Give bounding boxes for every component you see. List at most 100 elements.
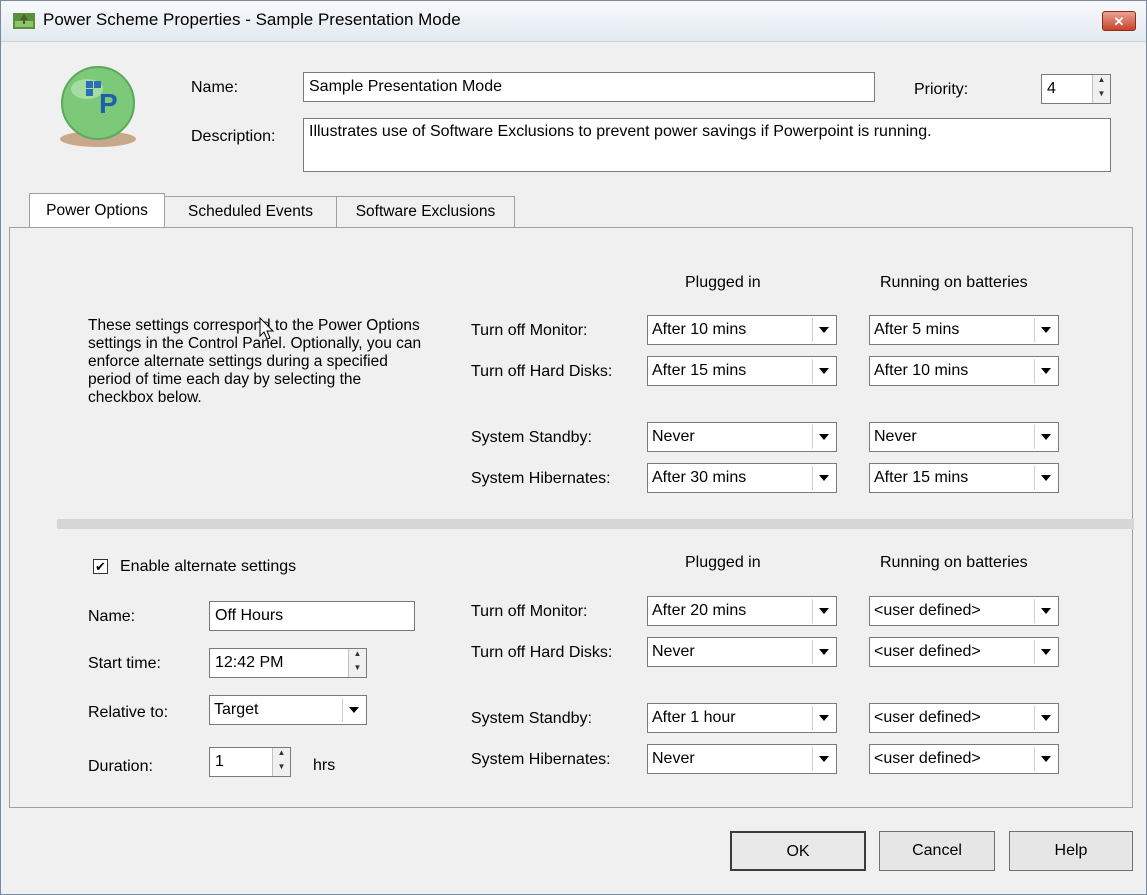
hibernate-battery-select[interactable]: After 15 mins <box>869 463 1059 493</box>
spin-down-icon[interactable]: ▼ <box>273 762 290 776</box>
monitor-battery-select[interactable]: After 5 mins <box>869 315 1059 345</box>
description-label: Description: <box>191 128 276 145</box>
tab-software-exclusions-label: Software Exclusions <box>355 203 496 220</box>
enable-alternate-checkbox[interactable]: ✔ <box>93 559 108 574</box>
alt-hard-disks-battery-select[interactable]: <user defined> <box>869 637 1059 667</box>
select-value: After 10 mins <box>874 362 969 379</box>
select-value: <user defined> <box>874 643 981 660</box>
spin-down-icon[interactable]: ▼ <box>1093 89 1110 103</box>
cancel-button[interactable]: Cancel <box>879 831 995 871</box>
alt-hibernate-plugged-select[interactable]: Never <box>647 744 837 774</box>
alt-hibernate-battery-select[interactable]: <user defined> <box>869 744 1059 774</box>
relative-to-select[interactable]: Target <box>209 695 367 725</box>
select-value: After 1 hour <box>652 709 736 726</box>
close-icon: ✕ <box>1113 14 1125 29</box>
close-button[interactable]: ✕ <box>1102 11 1136 31</box>
power-options-description: These settings correspond to the Power O… <box>88 317 422 406</box>
tab-power-options[interactable]: Power Options <box>29 193 165 227</box>
window-title: Power Scheme Properties - Sample Present… <box>43 10 461 29</box>
chevron-down-icon[interactable] <box>1034 318 1056 342</box>
chevron-down-icon[interactable] <box>812 640 834 664</box>
hard-disks-battery-select[interactable]: After 10 mins <box>869 356 1059 386</box>
description-value: Illustrates use of Software Exclusions t… <box>309 123 932 140</box>
chevron-down-icon[interactable] <box>1034 466 1056 490</box>
alt-hard-disks-plugged-select[interactable]: Never <box>647 637 837 667</box>
alt-name-label: Name: <box>88 608 136 625</box>
help-button[interactable]: Help <box>1009 831 1133 871</box>
standby-plugged-select[interactable]: Never <box>647 422 837 452</box>
start-time-picker[interactable]: 12:42 PM ▲ ▼ <box>209 648 367 678</box>
chevron-down-icon[interactable] <box>812 599 834 623</box>
alt-standby-plugged-select[interactable]: After 1 hour <box>647 703 837 733</box>
spin-up-icon[interactable]: ▲ <box>349 649 366 663</box>
start-time-label: Start time: <box>88 655 161 672</box>
chevron-down-icon[interactable] <box>812 425 834 449</box>
duration-value: 1 <box>215 753 224 770</box>
svg-text:P: P <box>99 88 118 119</box>
select-value: After 20 mins <box>652 602 747 619</box>
chevron-down-icon[interactable] <box>1034 359 1056 383</box>
standby-battery-select[interactable]: Never <box>869 422 1059 452</box>
chevron-down-icon[interactable] <box>1034 747 1056 771</box>
select-value: After 30 mins <box>652 469 747 486</box>
hibernate-plugged-select[interactable]: After 30 mins <box>647 463 837 493</box>
row-label-system-hibernates: System Hibernates: <box>471 470 611 487</box>
select-value: Never <box>652 750 695 767</box>
select-value: <user defined> <box>874 709 981 726</box>
tab-power-options-label: Power Options <box>46 202 148 219</box>
select-value: <user defined> <box>874 602 981 619</box>
spin-up-icon[interactable]: ▲ <box>1093 75 1110 89</box>
chevron-down-icon[interactable] <box>1034 706 1056 730</box>
chevron-down-icon[interactable] <box>1034 640 1056 664</box>
row-label-turn-off-hard-disks: Turn off Hard Disks: <box>471 363 613 380</box>
description-input[interactable]: Illustrates use of Software Exclusions t… <box>303 118 1111 172</box>
duration-unit: hrs <box>313 757 336 774</box>
duration-spinner[interactable]: 1 ▲ ▼ <box>209 747 291 777</box>
chevron-down-icon[interactable] <box>812 466 834 490</box>
row-label-turn-off-monitor: Turn off Monitor: <box>471 322 588 339</box>
column-plugged-in: Plugged in <box>685 274 761 291</box>
chevron-down-icon[interactable] <box>812 706 834 730</box>
relative-to-label: Relative to: <box>88 704 169 721</box>
select-value: Never <box>652 643 695 660</box>
scheme-name-input[interactable]: Sample Presentation Mode <box>303 72 875 102</box>
alt-standby-battery-select[interactable]: <user defined> <box>869 703 1059 733</box>
chevron-down-icon[interactable] <box>812 318 834 342</box>
chevron-down-icon[interactable] <box>1034 425 1056 449</box>
enable-alternate-label[interactable]: Enable alternate settings <box>120 558 296 576</box>
alt-column-plugged-in: Plugged in <box>685 554 761 571</box>
chevron-down-icon[interactable] <box>812 359 834 383</box>
check-icon: ✔ <box>95 559 106 574</box>
duration-spin-buttons[interactable]: ▲ ▼ <box>272 748 290 776</box>
select-value: After 5 mins <box>874 321 960 338</box>
select-value: Target <box>214 701 259 718</box>
spin-up-icon[interactable]: ▲ <box>273 748 290 762</box>
alt-name-input[interactable]: Off Hours <box>209 601 415 631</box>
chevron-down-icon[interactable] <box>812 747 834 771</box>
priority-label: Priority: <box>914 81 969 98</box>
spin-down-icon[interactable]: ▼ <box>349 663 366 677</box>
select-value: <user defined> <box>874 750 981 767</box>
row-label-system-standby: System Standby: <box>471 429 592 446</box>
priority-value: 4 <box>1047 80 1056 97</box>
name-label: Name: <box>191 79 239 96</box>
monitor-plugged-select[interactable]: After 10 mins <box>647 315 837 345</box>
tab-scheduled-events-label: Scheduled Events <box>188 203 313 220</box>
priority-spin-buttons[interactable]: ▲ ▼ <box>1092 75 1110 103</box>
scheme-name-value: Sample Presentation Mode <box>309 78 502 95</box>
tab-software-exclusions[interactable]: Software Exclusions <box>337 196 515 227</box>
hard-disks-plugged-select[interactable]: After 15 mins <box>647 356 837 386</box>
alt-monitor-plugged-select[interactable]: After 20 mins <box>647 596 837 626</box>
chevron-down-icon[interactable] <box>342 698 364 722</box>
tab-scheduled-events[interactable]: Scheduled Events <box>165 196 337 227</box>
duration-label: Duration: <box>88 758 153 775</box>
title-bar[interactable]: Power Scheme Properties - Sample Present… <box>1 1 1146 42</box>
priority-spinner[interactable]: 4 ▲ ▼ <box>1041 74 1111 104</box>
start-time-spin-buttons[interactable]: ▲ ▼ <box>348 649 366 677</box>
select-value: Never <box>874 428 917 445</box>
alt-row-label-system-standby: System Standby: <box>471 710 592 727</box>
chevron-down-icon[interactable] <box>1034 599 1056 623</box>
alt-row-label-turn-off-hard-disks: Turn off Hard Disks: <box>471 644 613 661</box>
alt-monitor-battery-select[interactable]: <user defined> <box>869 596 1059 626</box>
ok-button[interactable]: OK <box>730 831 866 871</box>
